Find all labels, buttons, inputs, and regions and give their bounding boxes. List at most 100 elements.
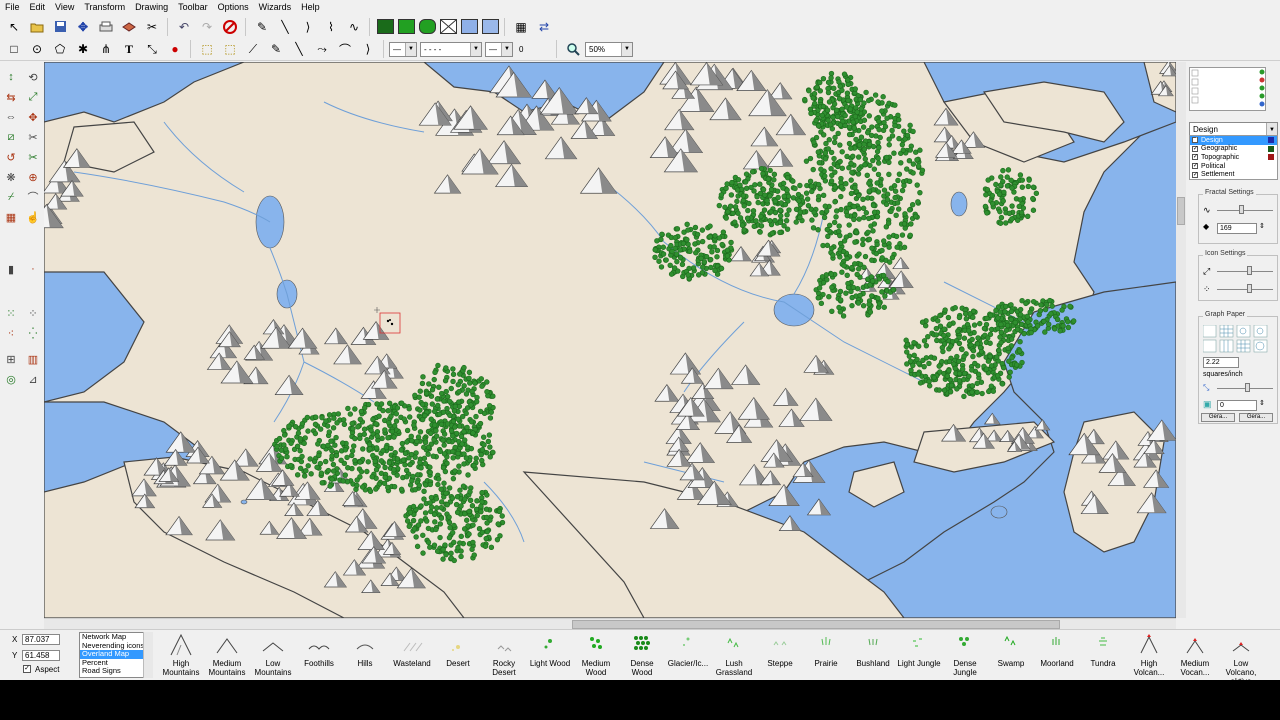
fan-icon[interactable]: ⋔ <box>95 39 117 59</box>
line-style-select[interactable]: — ▼ <box>389 41 417 57</box>
terrain-symbol-high-volcano[interactable]: High Volcan... <box>1126 631 1172 679</box>
rectangle-icon[interactable]: □ <box>3 39 25 59</box>
array-tool-icon[interactable]: ▦ <box>2 208 20 226</box>
terrain-symbol-medium-mountains[interactable]: Medium Mountains <box>204 631 250 679</box>
terrain-symbol-low-mountains[interactable]: Low Mountains <box>250 631 296 679</box>
scroll-thumb[interactable] <box>1177 197 1185 225</box>
menu-drawing[interactable]: Drawing <box>130 1 173 14</box>
select-box-icon[interactable]: ⬚ <box>196 39 218 59</box>
terrain-symbol-hills[interactable]: Hills <box>342 631 388 679</box>
terrain-symbol-swamp[interactable]: Swamp <box>988 631 1034 679</box>
group-icon[interactable]: ⬚ <box>219 39 241 59</box>
stretch-tool-icon[interactable]: ⇔ <box>2 108 20 126</box>
terrain-symbol-light-wood[interactable]: Light Wood <box>527 631 573 679</box>
open-folder-icon[interactable] <box>26 17 48 37</box>
snap-grid-icon[interactable]: ⁙ <box>2 304 20 322</box>
layer-row[interactable]: ✓ Geographic <box>1190 145 1277 154</box>
polyline-icon[interactable]: ⟩ <box>297 17 319 37</box>
break-tool-icon[interactable]: ⌿ <box>2 188 20 206</box>
select-tool-icon[interactable]: ↕ <box>2 68 20 86</box>
graph-offset-field[interactable]: 0 <box>1217 400 1257 411</box>
draw-polyline-icon[interactable]: ⟩ <box>357 39 379 59</box>
mirror-tool-icon[interactable]: ⇆ <box>2 88 20 106</box>
text-icon[interactable]: T <box>118 39 140 59</box>
terrain-symbol-steppe[interactable]: Steppe <box>757 631 803 679</box>
dash-style-select[interactable]: - - - - ▼ <box>420 41 482 57</box>
fillet-tool-icon[interactable]: ⌒ <box>24 188 42 206</box>
circle-snap-icon[interactable]: ◎ <box>2 370 20 388</box>
terrain-symbol-foothills[interactable]: Foothills <box>296 631 342 679</box>
layer-visible-checkbox[interactable]: ✓ <box>1192 171 1198 178</box>
scroll-thumb[interactable] <box>572 620 1060 629</box>
draw-line-icon[interactable]: ╲ <box>288 39 310 59</box>
menu-file[interactable]: File <box>0 1 25 14</box>
swap-arrows-icon[interactable]: ⇄ <box>533 17 555 37</box>
layer-visible-checkbox[interactable]: ✓ <box>1192 154 1198 161</box>
rotate45-tool-icon[interactable]: ↺ <box>2 148 20 166</box>
fill-light-blue-swatch[interactable] <box>482 19 499 34</box>
menu-options[interactable]: Options <box>213 1 254 14</box>
no-fill-swatch[interactable] <box>440 19 457 34</box>
terrain-symbol-prairie[interactable]: Prairie <box>803 631 849 679</box>
snap-mid-icon[interactable]: ⁖ <box>2 324 20 342</box>
line-width-field[interactable]: 0 <box>516 42 550 57</box>
graph-density-field[interactable]: 2.22 <box>1203 357 1239 368</box>
terrain-symbol-bushland[interactable]: Bushland <box>850 631 896 679</box>
layer-row[interactable]: ✓ Design <box>1190 136 1277 145</box>
terrain-symbol-dense-wood[interactable]: Dense Wood <box>619 631 665 679</box>
draw-curve-icon[interactable]: ⤳ <box>311 39 333 59</box>
menu-toolbar[interactable]: Toolbar <box>173 1 213 14</box>
scale-tool-icon[interactable]: ⤢ <box>24 88 42 106</box>
trim-tool-icon[interactable]: ✂ <box>24 128 42 146</box>
color-tool-icon[interactable]: ▮ <box>2 260 20 278</box>
graph-paper-patterns[interactable] <box>1203 325 1275 353</box>
map-drawing[interactable] <box>44 62 1176 618</box>
undo-icon[interactable]: ↶ <box>173 17 195 37</box>
y-coordinate-field[interactable]: 61.458 <box>22 650 60 661</box>
draw-pencil-icon[interactable]: ✎ <box>265 39 287 59</box>
explode-tool-icon[interactable]: ❋ <box>2 168 20 186</box>
color-list[interactable] <box>1189 67 1266 111</box>
terrain-symbol-lush-grassland[interactable]: Lush Grassland <box>711 631 757 679</box>
spin-arrows-icon[interactable]: ⇕ <box>1259 399 1265 407</box>
zoom-select[interactable]: 50% ▼ <box>585 41 633 57</box>
line-end-select[interactable]: — ▼ <box>485 41 513 57</box>
snap-node-icon[interactable]: ⁘ <box>24 304 42 322</box>
vertical-scrollbar[interactable] <box>1176 62 1186 618</box>
line-tool-icon[interactable]: ╲ <box>274 17 296 37</box>
menu-edit[interactable]: Edit <box>25 1 51 14</box>
symbol-icon[interactable]: ● <box>164 39 186 59</box>
terrain-symbol-medium-volcano[interactable]: Medium Vocan... <box>1172 631 1218 679</box>
cut-tool-icon[interactable]: ✂ <box>24 148 42 166</box>
layer-row[interactable]: ✓ Topographic <box>1190 153 1277 162</box>
snap-end-icon[interactable]: ⁛ <box>24 324 42 342</box>
point-tool-icon[interactable]: · <box>24 260 42 278</box>
fractal-slider[interactable] <box>1217 205 1273 215</box>
curve-icon[interactable]: ∿ <box>343 17 365 37</box>
terrain-symbol-medium-wood[interactable]: Medium Wood <box>573 631 619 679</box>
fill-green-swatch[interactable] <box>398 19 415 34</box>
grid-icon[interactable]: ▦ <box>510 17 532 37</box>
layer-visible-checkbox[interactable]: ✓ <box>1192 163 1198 170</box>
node-edit-icon[interactable]: ⤡ <box>141 39 163 59</box>
terrain-symbol-wasteland[interactable]: Wasteland <box>389 631 435 679</box>
brush-icon[interactable]: ⟋ <box>242 39 264 59</box>
graph-generate-button-1[interactable]: Gera... <box>1201 413 1235 422</box>
symbol-set-scrollbar[interactable] <box>143 632 153 678</box>
fractal-value-field[interactable]: 169 <box>1217 223 1257 234</box>
terrain-symbol-high-mountains[interactable]: High Mountains <box>158 631 204 679</box>
measure-icon[interactable]: ⊿ <box>24 370 42 388</box>
graph-offset-slider[interactable] <box>1217 383 1273 393</box>
map-canvas[interactable] <box>44 62 1176 618</box>
terrain-symbol-rocky-desert[interactable]: Rocky Desert <box>481 631 527 679</box>
layer-row[interactable]: ✓ Settlement <box>1190 170 1277 179</box>
layer-visible-checkbox[interactable]: ✓ <box>1192 145 1198 152</box>
cancel-icon[interactable] <box>219 17 241 37</box>
layer-row[interactable]: ✓ Political <box>1190 162 1277 171</box>
aspect-checkbox[interactable]: ✓ <box>23 665 31 673</box>
horizontal-scrollbar[interactable] <box>44 618 1176 629</box>
move-tool-icon[interactable]: ✥ <box>24 108 42 126</box>
circle-icon[interactable]: ⊙ <box>26 39 48 59</box>
print-icon[interactable] <box>95 17 117 37</box>
terrain-symbol-light-jungle[interactable]: Light Jungle <box>896 631 942 679</box>
